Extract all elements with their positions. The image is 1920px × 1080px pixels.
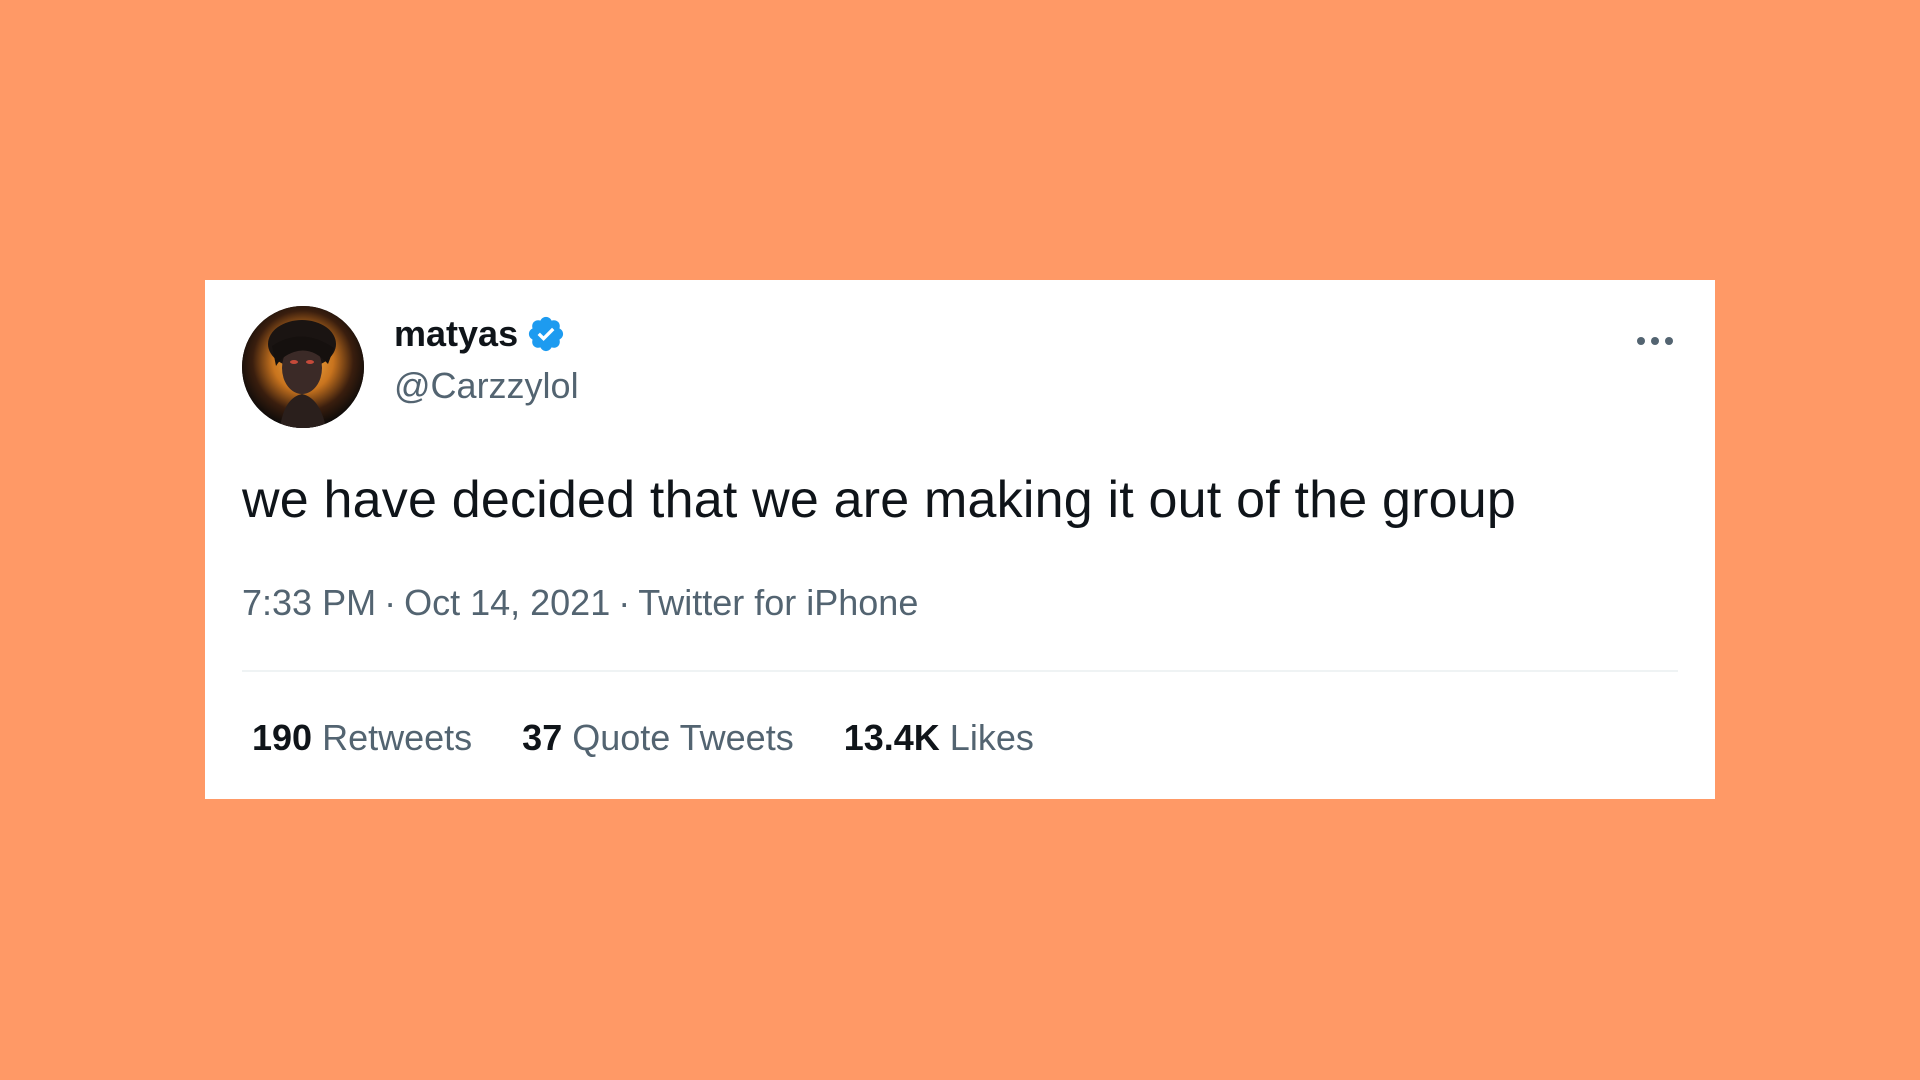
divider	[242, 670, 1678, 672]
tweet-card: matyas @Carzzylol we have decided that w…	[205, 280, 1715, 799]
quote-tweets-stat[interactable]: 37 Quote Tweets	[522, 720, 794, 756]
tweet-text: we have decided that we are making it ou…	[242, 471, 1517, 529]
meta-separator: ·	[618, 582, 631, 623]
verified-badge-icon	[526, 314, 566, 354]
tweet-meta: 7:33 PM · Oct 14, 2021 · Twitter for iPhone	[242, 585, 918, 621]
avatar[interactable]	[242, 306, 364, 428]
retweets-count: 190	[252, 717, 313, 758]
retweets-stat[interactable]: 190 Retweets	[252, 720, 472, 756]
likes-label: Likes	[949, 717, 1034, 758]
likes-count: 13.4K	[843, 717, 940, 758]
quote-tweets-count: 37	[522, 717, 563, 758]
quote-tweets-label: Quote Tweets	[572, 717, 794, 758]
tweet-time[interactable]: 7:33 PM	[242, 582, 376, 623]
avatar-image	[242, 306, 364, 428]
tweet-source[interactable]: Twitter for iPhone	[638, 582, 918, 623]
likes-stat[interactable]: 13.4K Likes	[844, 720, 1034, 756]
tweet-date[interactable]: Oct 14, 2021	[404, 582, 610, 623]
display-name[interactable]: matyas	[394, 316, 518, 352]
tweet-stats: 190 Retweets 37 Quote Tweets 13.4K Likes	[252, 720, 1034, 756]
author-handle[interactable]: @Carzzylol	[394, 368, 579, 404]
more-horizontal-icon[interactable]	[1635, 334, 1675, 346]
retweets-label: Retweets	[322, 717, 473, 758]
author-name-row[interactable]: matyas	[394, 314, 566, 354]
meta-separator: ·	[384, 582, 397, 623]
